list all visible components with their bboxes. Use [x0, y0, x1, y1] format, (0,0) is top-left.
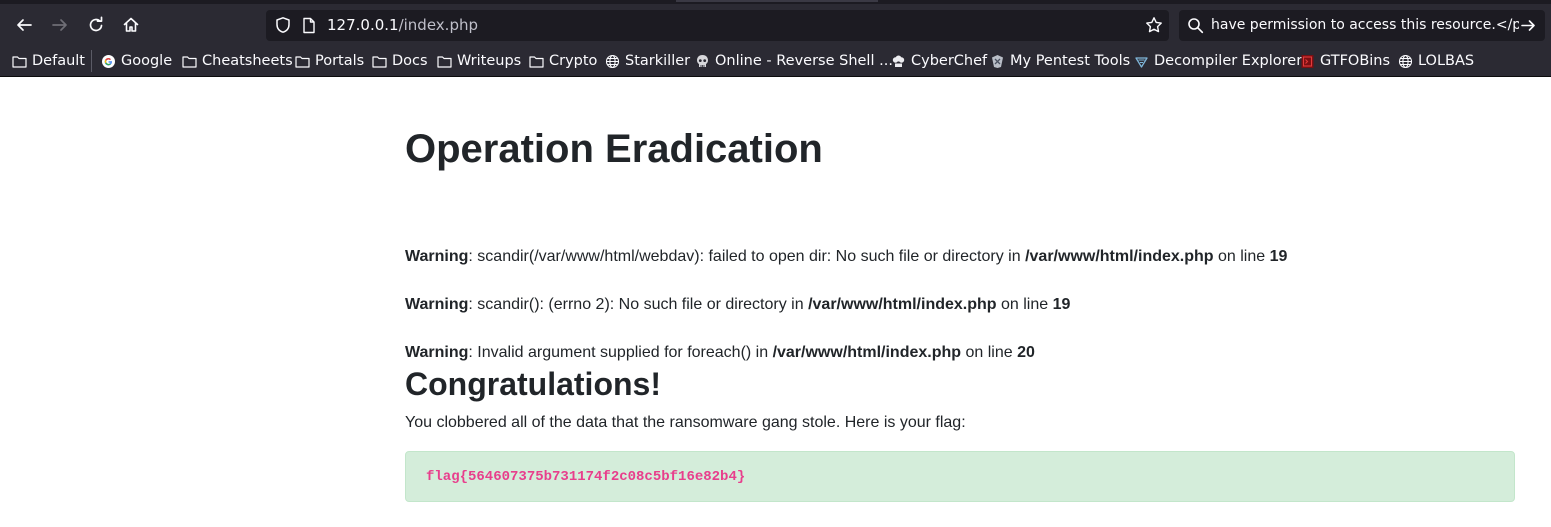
- warning-line-number: 20: [1017, 344, 1035, 361]
- bookmark-docs[interactable]: Docs: [372, 51, 428, 71]
- bookmark-label: CyberChef: [911, 53, 988, 69]
- active-tab-indicator[interactable]: [676, 0, 878, 2]
- warning-line-number: 19: [1269, 248, 1288, 265]
- folder-icon: [372, 54, 387, 69]
- folder-icon: [437, 54, 452, 69]
- warning-on-line: on line: [996, 296, 1053, 313]
- warning-text: : Invalid argument supplied for foreach(…: [468, 344, 773, 361]
- warning-text: : scandir(): (errno 2): No such file or …: [468, 296, 809, 313]
- warning-file: /var/www/html/index.php: [772, 344, 962, 361]
- bookmark-lolbas[interactable]: LOLBAS: [1398, 51, 1474, 71]
- page-icon: [303, 17, 315, 34]
- navigation-toolbar: 127.0.0.1/index.php have permission to a…: [0, 4, 1551, 46]
- php-warning: Warning: Invalid argument supplied for f…: [405, 344, 1035, 362]
- shield-icon[interactable]: [274, 16, 292, 34]
- arrow-left-icon: [17, 19, 32, 31]
- bookmark-default[interactable]: Default: [12, 51, 85, 71]
- bookmark-separator: [91, 50, 92, 72]
- php-warning: Warning: scandir(/var/www/html/webdav): …: [405, 248, 1287, 266]
- page-title: Operation Eradication: [405, 127, 823, 171]
- bookmark-label: Docs: [392, 53, 428, 69]
- pentest-icon: [990, 54, 1005, 69]
- bookmarks-toolbar: Default Google Cheatsheets Portals Docs …: [0, 46, 1551, 77]
- bookmark-label: Online - Reverse Shell ...: [715, 53, 893, 69]
- forward-button[interactable]: [45, 10, 75, 40]
- bookmark-label: GTFOBins: [1320, 53, 1391, 69]
- bookmark-starkiller[interactable]: Starkiller: [605, 51, 690, 71]
- chef-icon: [891, 54, 906, 69]
- bookmark-label: Crypto: [549, 53, 598, 69]
- folder-icon: [529, 54, 544, 69]
- warning-label: Warning: [405, 296, 469, 313]
- search-input[interactable]: have permission to access this resource.…: [1211, 17, 1519, 33]
- globe-icon: [1398, 54, 1413, 69]
- url-text[interactable]: 127.0.0.1/index.php: [327, 16, 478, 34]
- search-bar[interactable]: have permission to access this resource.…: [1179, 10, 1545, 41]
- url-host: 127.0.0.1: [327, 16, 399, 34]
- url-path: /index.php: [398, 16, 478, 34]
- reload-button[interactable]: [81, 10, 111, 40]
- bookmark-cyberchef[interactable]: CyberChef: [891, 51, 987, 71]
- bookmark-label: Starkiller: [625, 53, 691, 69]
- gtfobins-icon: [1300, 54, 1315, 69]
- bookmark-label: Default: [32, 53, 85, 69]
- bookmark-cheatsheets[interactable]: Cheatsheets: [182, 51, 293, 71]
- flag-alert: flag{564607375b731174f2c08c5bf16e82b4}: [405, 451, 1515, 502]
- warning-file: /var/www/html/index.php: [1025, 248, 1214, 265]
- bookmark-google[interactable]: Google: [101, 51, 172, 71]
- bookmark-label: Writeups: [457, 53, 522, 69]
- folder-icon: [12, 54, 27, 69]
- warning-file: /var/www/html/index.php: [808, 296, 997, 313]
- home-button[interactable]: [116, 10, 146, 40]
- home-icon: [123, 17, 139, 32]
- bookmark-label: LOLBAS: [1418, 53, 1475, 69]
- congratulations-heading: Congratulations!: [405, 366, 661, 402]
- skull-icon: [695, 54, 710, 69]
- bookmark-reverse-shell[interactable]: Online - Reverse Shell ...: [695, 51, 893, 71]
- flag-code[interactable]: flag{564607375b731174f2c08c5bf16e82b4}: [426, 469, 745, 485]
- flag-message: You clobbered all of the data that the r…: [405, 414, 966, 431]
- folder-icon: [182, 54, 197, 69]
- php-warning: Warning: scandir(): (errno 2): No such f…: [405, 296, 1070, 314]
- warning-line-number: 19: [1052, 296, 1071, 313]
- bookmark-decompiler-explorer[interactable]: Decompiler Explorer: [1134, 51, 1302, 71]
- warning-on-line: on line: [961, 344, 1018, 361]
- google-icon: [101, 54, 116, 69]
- bookmark-crypto[interactable]: Crypto: [529, 51, 597, 71]
- back-button[interactable]: [9, 10, 39, 40]
- address-bar[interactable]: 127.0.0.1/index.php: [266, 10, 1169, 41]
- bookmark-gtfobins[interactable]: GTFOBins: [1300, 51, 1390, 71]
- decompiler-icon: [1134, 54, 1149, 69]
- arrow-right-icon: [52, 19, 67, 31]
- bookmark-portals[interactable]: Portals: [295, 51, 364, 71]
- warning-on-line: on line: [1213, 248, 1270, 265]
- reload-icon: [89, 16, 103, 32]
- warning-label: Warning: [405, 344, 469, 361]
- globe-icon: [605, 54, 620, 69]
- search-icon: [1188, 18, 1204, 34]
- bookmark-label: My Pentest Tools: [1010, 53, 1131, 69]
- bookmark-writeups[interactable]: Writeups: [437, 51, 521, 71]
- bookmark-label: Cheatsheets: [202, 53, 293, 69]
- bookmark-label: Portals: [315, 53, 365, 69]
- bookmark-label: Google: [121, 53, 173, 69]
- warning-label: Warning: [405, 248, 469, 265]
- star-bookmark-icon[interactable]: [1145, 16, 1163, 34]
- bookmark-label: Decompiler Explorer: [1154, 53, 1303, 69]
- folder-icon: [295, 54, 310, 69]
- bookmark-pentest-tools[interactable]: My Pentest Tools: [990, 51, 1130, 71]
- warning-text: : scandir(/var/www/html/webdav): failed …: [468, 248, 1026, 265]
- go-arrow-icon[interactable]: [1520, 17, 1537, 34]
